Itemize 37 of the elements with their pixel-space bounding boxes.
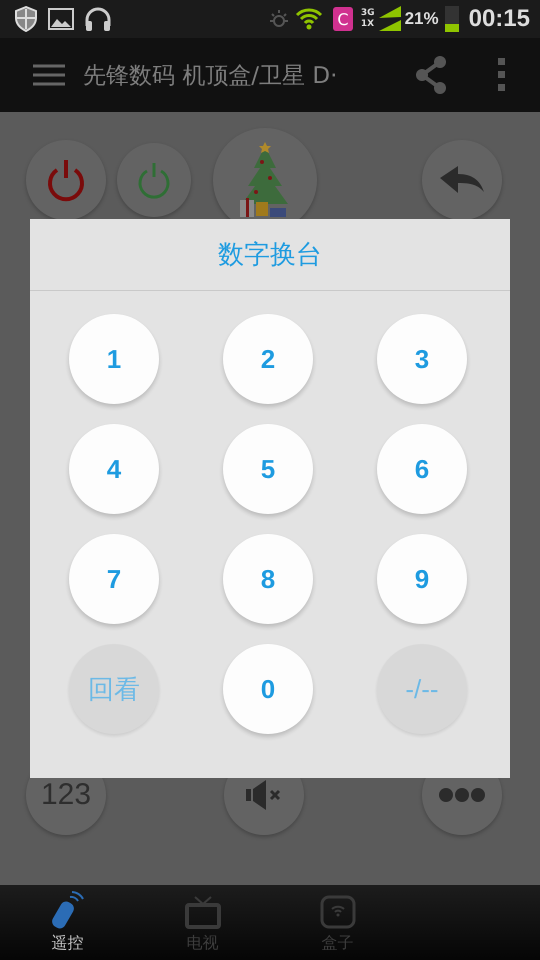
remote-icon (52, 891, 84, 929)
keypad-key[interactable]: 回看 (69, 644, 159, 734)
more-icon (438, 787, 486, 803)
network-type: 3G (360, 8, 375, 19)
keypad-key[interactable]: 5 (223, 424, 313, 514)
headphones-icon (84, 6, 112, 32)
share-icon[interactable] (414, 55, 448, 95)
keypad-key[interactable]: -/-- (377, 644, 467, 734)
signal-icon (378, 6, 401, 32)
tv-icon (184, 895, 220, 929)
keypad-key[interactable]: 4 (69, 424, 159, 514)
app-icon: C (332, 7, 353, 31)
keypad-key[interactable]: 3 (377, 314, 467, 404)
nav-tab[interactable]: 遥控 (0, 885, 135, 960)
keypad-key[interactable]: 6 (377, 424, 467, 514)
back-arrow-icon (440, 166, 484, 194)
mute-icon (246, 780, 282, 810)
clock: 00:15 (468, 5, 530, 33)
shield-icon (14, 6, 38, 32)
power-icon (137, 161, 171, 199)
keypad-key[interactable]: 7 (69, 534, 159, 624)
keypad-key[interactable]: 1 (69, 314, 159, 404)
overflow-menu-icon[interactable] (498, 58, 506, 92)
image-icon (48, 7, 74, 31)
router-box-icon (320, 895, 356, 929)
keypad-key[interactable]: 2 (223, 314, 313, 404)
battery-percent: 21% (404, 9, 439, 29)
keypad-key[interactable]: 8 (223, 534, 313, 624)
power-icon (46, 158, 86, 202)
app-title: 先锋数码 机顶盒/卫星 D· (83, 62, 338, 90)
wifi-icon (294, 6, 323, 32)
menu-icon[interactable] (33, 64, 65, 86)
battery-icon (444, 6, 459, 32)
keypad-key[interactable]: 0 (223, 644, 313, 734)
dialog-title: 数字换台 (218, 239, 322, 272)
network-type: 1X (360, 19, 375, 30)
keypad-key[interactable]: 9 (377, 534, 467, 624)
